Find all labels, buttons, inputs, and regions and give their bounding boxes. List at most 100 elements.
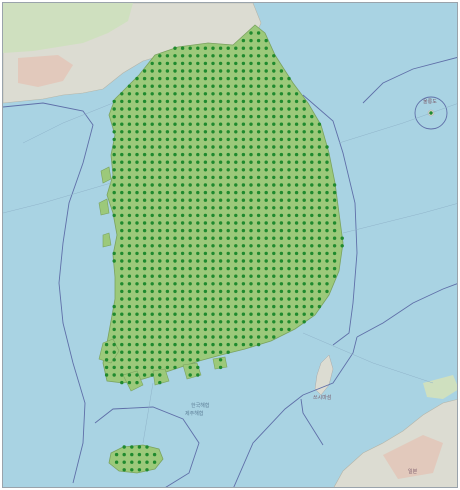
- grid-dot: [203, 122, 208, 126]
- grid-dot: [158, 358, 162, 362]
- grid-dot: [142, 251, 147, 256]
- grid-dot: [180, 358, 185, 362]
- grid-dot: [188, 266, 192, 271]
- grid-dot: [317, 183, 322, 187]
- grid-dot: [188, 244, 192, 248]
- grid-dot: [165, 221, 170, 225]
- grid-dot: [317, 175, 322, 180]
- grid-dot: [264, 160, 268, 164]
- grid-dot: [127, 274, 132, 278]
- grid-dot: [165, 61, 170, 66]
- grid-dot: [196, 46, 200, 50]
- grid-dot: [256, 206, 261, 210]
- grid-dot: [196, 107, 200, 111]
- grid-dot: [120, 297, 124, 301]
- grid-dot: [142, 221, 147, 225]
- grid-dot: [145, 452, 149, 457]
- grid-dot: [127, 350, 132, 354]
- grid-dot: [173, 130, 177, 134]
- grid-dot: [112, 137, 116, 142]
- grid-dot: [142, 297, 147, 301]
- grid-dot: [158, 266, 162, 271]
- grid-dot: [150, 350, 154, 354]
- grid-dot: [234, 335, 238, 339]
- grid-dot: [249, 99, 253, 104]
- grid-dot: [173, 114, 177, 119]
- grid-dot: [256, 175, 261, 180]
- grid-dot: [135, 221, 139, 225]
- grid-dot: [127, 380, 132, 385]
- grid-dot: [165, 168, 170, 172]
- grid-dot: [165, 84, 170, 88]
- grid-dot: [142, 84, 147, 88]
- grid-dot: [180, 190, 185, 195]
- grid-dot: [317, 244, 322, 248]
- grid-dot: [211, 297, 215, 301]
- grid-dot: [226, 168, 230, 172]
- grid-dot: [287, 236, 291, 240]
- grid-dot: [272, 259, 276, 263]
- grid-dot: [256, 69, 261, 73]
- grid-dot: [241, 251, 246, 256]
- grid-dot: [218, 84, 223, 88]
- grid-dot: [196, 175, 200, 180]
- grid-dot: [188, 228, 192, 233]
- grid-dot: [150, 244, 154, 248]
- grid-dot: [226, 342, 230, 347]
- grid-dot: [180, 160, 185, 164]
- grid-dot: [196, 228, 200, 233]
- grid-dot: [203, 297, 208, 301]
- grid-dot: [104, 350, 109, 354]
- grid-dot: [249, 122, 253, 126]
- grid-dot: [241, 107, 246, 111]
- grid-dot: [211, 342, 215, 347]
- grid-dot: [120, 99, 124, 104]
- grid-dot: [234, 99, 238, 104]
- grid-dot: [264, 327, 268, 332]
- grid-dot: [287, 327, 291, 332]
- grid-dot: [264, 206, 268, 210]
- grid-dot: [180, 320, 185, 324]
- grid-dot: [165, 198, 170, 202]
- grid-dot: [287, 84, 291, 88]
- grid-dot: [302, 168, 306, 172]
- grid-dot: [226, 114, 230, 119]
- grid-dot: [150, 373, 154, 377]
- grid-dot: [127, 145, 132, 149]
- grid-dot: [203, 335, 208, 339]
- grid-dot: [332, 244, 337, 248]
- grid-dot: [272, 251, 276, 256]
- grid-dot: [310, 152, 314, 157]
- grid-dot: [272, 312, 276, 316]
- grid-dot: [279, 183, 284, 187]
- grid-dot: [127, 259, 132, 263]
- grid-dot: [158, 320, 162, 324]
- grid-dot: [112, 342, 116, 347]
- map-frame[interactable]: 한국해협 제주해협 쓰시마섬 울릉도 일본: [2, 2, 458, 488]
- grid-dot: [173, 282, 177, 286]
- grid-dot: [211, 206, 215, 210]
- grid-dot: [249, 137, 253, 142]
- grid-dot: [196, 213, 200, 218]
- grid-dot: [120, 327, 124, 332]
- grid-dot: [332, 190, 337, 195]
- grid-dot: [310, 206, 314, 210]
- grid-dot: [173, 152, 177, 157]
- grid-dot: [287, 145, 291, 149]
- grid-dot: [325, 266, 329, 271]
- grid-dot: [218, 244, 223, 248]
- grid-dot: [203, 342, 208, 347]
- grid-dot: [264, 76, 268, 81]
- grid-dot: [211, 312, 215, 316]
- grid-dot: [234, 54, 238, 58]
- grid-dot: [287, 198, 291, 202]
- grid-dot: [249, 168, 253, 172]
- grid-dot: [196, 358, 200, 362]
- grid-dot: [158, 130, 162, 134]
- grid-dot: [226, 274, 230, 278]
- grid-dot: [226, 282, 230, 286]
- map-canvas[interactable]: 한국해협 제주해협 쓰시마섬 울릉도 일본: [3, 3, 458, 488]
- grid-dot: [165, 76, 170, 81]
- grid-dot: [142, 335, 147, 339]
- grid-dot: [279, 137, 284, 142]
